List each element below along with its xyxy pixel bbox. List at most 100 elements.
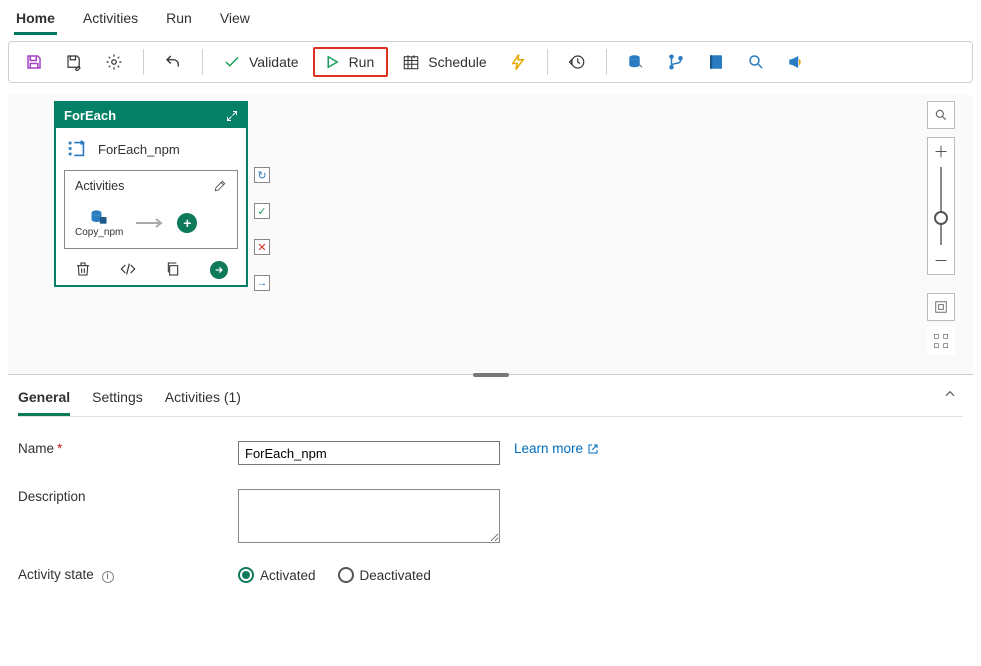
run-label: Run bbox=[349, 54, 375, 70]
validate-label: Validate bbox=[249, 54, 299, 70]
code-icon[interactable] bbox=[120, 261, 136, 277]
card-header: ForEach bbox=[56, 103, 246, 128]
tab-general[interactable]: General bbox=[18, 385, 70, 416]
undo-button[interactable] bbox=[156, 49, 190, 75]
add-activity-button[interactable]: + bbox=[177, 213, 197, 233]
zoom-out-button[interactable]: － bbox=[927, 247, 955, 275]
info-icon[interactable]: i bbox=[102, 571, 114, 583]
description-label: Description bbox=[18, 489, 238, 504]
copy-activity[interactable]: Copy_npm bbox=[75, 207, 123, 238]
menu-home[interactable]: Home bbox=[14, 6, 57, 35]
properties-panel: General Settings Activities (1) Name* Le… bbox=[0, 375, 981, 593]
arrow-icon bbox=[135, 218, 165, 228]
data-button[interactable] bbox=[619, 49, 653, 75]
go-icon[interactable] bbox=[210, 261, 228, 279]
panel-tabs: General Settings Activities (1) bbox=[18, 385, 963, 417]
undo-icon bbox=[164, 53, 182, 71]
activities-container[interactable]: Activities Copy_npm + bbox=[64, 170, 238, 249]
pencil-icon[interactable] bbox=[213, 179, 227, 193]
port-retry[interactable]: ↻ bbox=[254, 167, 270, 183]
history-button[interactable] bbox=[560, 49, 594, 75]
search-toolbar-button[interactable] bbox=[739, 49, 773, 75]
card-footer bbox=[56, 255, 246, 285]
menu-run[interactable]: Run bbox=[164, 6, 194, 35]
play-icon bbox=[323, 53, 341, 71]
port-fail[interactable]: ✕ bbox=[254, 239, 270, 255]
toolbar-separator bbox=[143, 49, 144, 75]
validate-button[interactable]: Validate bbox=[215, 49, 307, 75]
schedule-label: Schedule bbox=[428, 54, 486, 70]
card-type-label: ForEach bbox=[64, 108, 116, 123]
copy-activity-label: Copy_npm bbox=[75, 227, 123, 238]
menu-view[interactable]: View bbox=[218, 6, 252, 35]
save-as-button[interactable] bbox=[57, 49, 91, 75]
layout-icon bbox=[933, 333, 949, 349]
canvas-search-button[interactable] bbox=[927, 101, 955, 129]
run-button[interactable]: Run bbox=[313, 47, 389, 77]
learn-more-link[interactable]: Learn more bbox=[514, 441, 599, 456]
docs-button[interactable] bbox=[699, 49, 733, 75]
radio-deactivated[interactable]: Deactivated bbox=[338, 567, 431, 583]
search-icon bbox=[747, 53, 765, 71]
pipeline-canvas[interactable]: ForEach ForEach_npm Activities Copy_npm … bbox=[8, 95, 973, 375]
deactivated-label: Deactivated bbox=[360, 568, 431, 583]
foreach-activity-card[interactable]: ForEach ForEach_npm Activities Copy_npm … bbox=[54, 101, 248, 287]
activity-state-text: Activity state bbox=[18, 567, 94, 582]
tab-settings[interactable]: Settings bbox=[92, 385, 143, 416]
copy-data-icon bbox=[89, 207, 109, 227]
radio-activated[interactable]: Activated bbox=[238, 567, 316, 583]
zoom-slider[interactable] bbox=[927, 165, 955, 247]
trash-icon[interactable] bbox=[75, 261, 91, 277]
history-icon bbox=[568, 53, 586, 71]
port-skip[interactable]: → bbox=[254, 275, 270, 291]
save-button[interactable] bbox=[17, 49, 51, 75]
toolbar-separator bbox=[606, 49, 607, 75]
connection-ports: ↻ ✓ ✕ → bbox=[254, 167, 270, 291]
activity-name: ForEach_npm bbox=[98, 142, 180, 157]
port-success[interactable]: ✓ bbox=[254, 203, 270, 219]
name-label: Name* bbox=[18, 441, 238, 456]
clone-icon[interactable] bbox=[165, 261, 181, 277]
arrow-right-icon bbox=[214, 265, 224, 275]
check-icon bbox=[223, 53, 241, 71]
toolbar-separator bbox=[547, 49, 548, 75]
database-icon bbox=[627, 53, 645, 71]
required-asterisk: * bbox=[57, 441, 62, 456]
radio-circle-activated bbox=[238, 567, 254, 583]
expand-icon[interactable] bbox=[226, 110, 238, 122]
menu-activities[interactable]: Activities bbox=[81, 6, 140, 35]
save-as-icon bbox=[65, 53, 83, 71]
book-icon bbox=[707, 53, 725, 71]
trigger-button[interactable] bbox=[501, 49, 535, 75]
activities-section-label: Activities bbox=[75, 179, 124, 193]
settings-button[interactable] bbox=[97, 49, 131, 75]
search-icon bbox=[934, 108, 948, 122]
description-input[interactable] bbox=[238, 489, 500, 543]
name-input[interactable] bbox=[238, 441, 500, 465]
activated-label: Activated bbox=[260, 568, 316, 583]
calendar-icon bbox=[402, 53, 420, 71]
zoom-in-button[interactable]: ＋ bbox=[927, 137, 955, 165]
external-link-icon bbox=[587, 443, 599, 455]
tab-activities[interactable]: Activities (1) bbox=[165, 385, 241, 416]
radio-circle-deactivated bbox=[338, 567, 354, 583]
gear-icon bbox=[105, 53, 123, 71]
zoom-handle[interactable] bbox=[934, 211, 948, 225]
branch-icon bbox=[667, 53, 685, 71]
git-button[interactable] bbox=[659, 49, 693, 75]
collapse-panel-button[interactable] bbox=[943, 387, 957, 404]
bolt-icon bbox=[509, 53, 527, 71]
toolbar: Validate Run Schedule bbox=[8, 41, 973, 83]
feedback-button[interactable] bbox=[779, 49, 813, 75]
toolbar-separator bbox=[202, 49, 203, 75]
layout-button[interactable] bbox=[927, 327, 955, 355]
card-title-row: ForEach_npm bbox=[56, 128, 246, 170]
chevron-up-icon bbox=[943, 387, 957, 401]
name-label-text: Name bbox=[18, 441, 54, 456]
fit-screen-button[interactable] bbox=[927, 293, 955, 321]
fit-icon bbox=[934, 300, 948, 314]
megaphone-icon bbox=[787, 53, 805, 71]
schedule-button[interactable]: Schedule bbox=[394, 49, 494, 75]
activity-state-label: Activity state i bbox=[18, 567, 238, 583]
learn-more-text: Learn more bbox=[514, 441, 583, 456]
